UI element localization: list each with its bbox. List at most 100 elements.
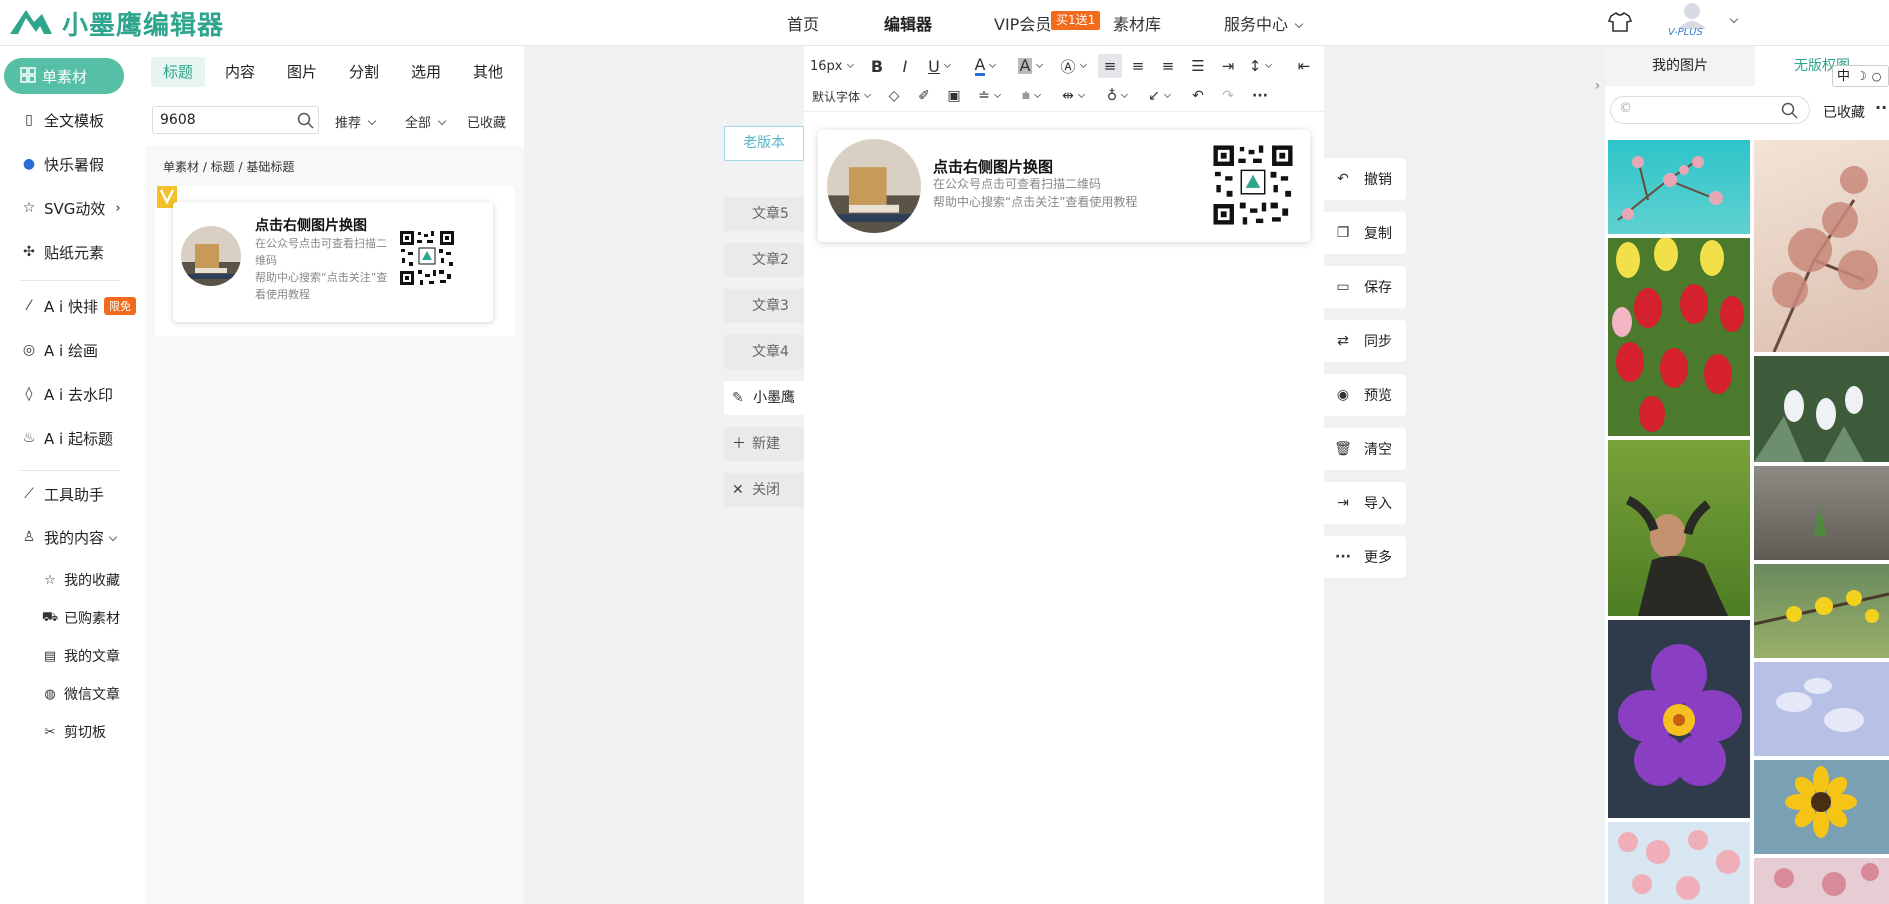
sidebar-item-ai-layout[interactable]: ⁄ A i 快排 限免	[20, 295, 136, 317]
tab-title[interactable]: 标题	[151, 57, 205, 87]
collected-filter[interactable]: 已收藏	[1823, 102, 1865, 122]
paragraph-spacing-icon[interactable]: ⩧	[1014, 86, 1048, 106]
preview-button[interactable]: ◉ 预览	[1324, 374, 1406, 416]
spacing-icon[interactable]: ≐	[972, 86, 1006, 106]
tab-select[interactable]: 选用	[399, 57, 453, 87]
justify-icon[interactable]: ☰	[1188, 56, 1208, 76]
doc-tab-new[interactable]: ＋ 新建	[724, 427, 804, 461]
nav-editor[interactable]: 编辑器	[884, 11, 932, 35]
sidebar-item-summer[interactable]: ● 快乐暑假	[20, 153, 104, 175]
image-thumbnail[interactable]	[1754, 858, 1889, 904]
bold-icon[interactable]: B	[868, 56, 886, 76]
redo-icon[interactable]: ↷	[1218, 86, 1238, 106]
image-search-input[interactable]: ©	[1610, 96, 1810, 124]
undo-icon[interactable]: ↶	[1188, 86, 1208, 106]
material-search-input[interactable]: 9608	[152, 106, 319, 134]
tab-content[interactable]: 内容	[213, 57, 267, 87]
editor-card[interactable]: 点击右侧图片换图 在公众号点击可查看扫描二维码 帮助中心搜索“点击关注”查看使用…	[818, 130, 1310, 242]
more-icon[interactable]: ···	[1250, 86, 1270, 106]
image-thumbnail[interactable]	[1754, 662, 1889, 756]
image-thumbnail[interactable]	[1608, 620, 1750, 818]
sidebar-item-sticker[interactable]: ✣ 贴纸元素	[20, 241, 104, 263]
sidebar-item-single-material[interactable]: 单素材	[4, 58, 124, 94]
image-thumbnail[interactable]	[1754, 140, 1889, 352]
image-thumbnail[interactable]	[1608, 238, 1750, 436]
nav-library[interactable]: 素材库	[1113, 11, 1161, 35]
image-thumbnail[interactable]	[1608, 140, 1750, 234]
sidebar-item-svg[interactable]: ☆ SVG动效 ›	[20, 197, 121, 219]
exit-icon[interactable]: ⇤	[1294, 56, 1314, 76]
nav-service-center[interactable]: 服务中心	[1224, 11, 1304, 35]
image-thumbnail[interactable]	[1754, 356, 1889, 462]
avatar[interactable]: V-PLUS	[1668, 1, 1718, 43]
sidebar-sub-purchased[interactable]: ⛟ 已购素材	[42, 607, 120, 629]
doc-tab-article5[interactable]: 文章5	[724, 197, 804, 231]
align-right-icon[interactable]: ≡	[1158, 56, 1178, 76]
sidebar-item-my-content[interactable]: ♙ 我的内容	[20, 526, 118, 548]
search-icon[interactable]	[1781, 102, 1798, 119]
import-button[interactable]: ⇥ 导入	[1324, 482, 1406, 524]
sidebar-item-ai-title[interactable]: ♨ A i 起标题	[20, 427, 113, 449]
image-icon[interactable]: ▣	[944, 86, 964, 106]
tab-my-images[interactable]: 我的图片	[1605, 46, 1755, 86]
tab-divider[interactable]: 分割	[337, 57, 391, 87]
sidebar-item-ai-watermark[interactable]: ◊ A i 去水印	[20, 383, 113, 405]
text-effect-icon[interactable]: Ⓐ	[1058, 56, 1088, 76]
more-icon[interactable]: ··	[1875, 98, 1887, 117]
sort-dropdown[interactable]: 推荐	[335, 112, 377, 131]
doc-tab-close[interactable]: ✕ 关闭	[724, 473, 804, 507]
image-thumbnail[interactable]	[1754, 760, 1889, 854]
image-thumbnail[interactable]	[1754, 466, 1889, 560]
align-left-icon[interactable]: ≡	[1098, 54, 1122, 78]
ime-toolbar[interactable]: 中 ☽ ○	[1832, 65, 1889, 87]
tab-image[interactable]: 图片	[275, 57, 329, 87]
italic-icon[interactable]: I	[896, 56, 914, 76]
arrow-icon[interactable]: ↙	[1142, 86, 1176, 106]
font-color-icon[interactable]: A	[970, 56, 1000, 76]
underline-icon[interactable]: U	[924, 56, 954, 76]
sidebar-item-tools[interactable]: ⟋ 工具助手	[20, 483, 104, 505]
doc-tab-article2[interactable]: 文章2	[724, 243, 804, 277]
bg-color-icon[interactable]: A	[1014, 56, 1046, 76]
scope-dropdown[interactable]: 全部	[405, 112, 447, 131]
doc-tab-article4[interactable]: 文章4	[724, 335, 804, 369]
eraser-icon[interactable]: ◇	[884, 86, 904, 106]
font-size-select[interactable]: 16px	[810, 56, 854, 76]
sidebar-sub-articles[interactable]: ▤ 我的文章	[42, 645, 120, 667]
sidebar-item-ai-draw[interactable]: ◎ A i 绘画	[20, 339, 98, 361]
image-thumbnail[interactable]	[1608, 822, 1750, 904]
sidebar-item-full-template[interactable]: ▯ 全文模板	[20, 109, 104, 131]
sync-button[interactable]: ⇄ 同步	[1324, 320, 1406, 362]
chevron-down-icon[interactable]	[1729, 14, 1739, 24]
sidebar-sub-wechat[interactable]: ◍ 微信文章	[42, 683, 120, 705]
clear-button[interactable]: 🗑 清空	[1324, 428, 1406, 470]
align-center-icon[interactable]: ≡	[1128, 56, 1148, 76]
indent-icon[interactable]: ⇥	[1218, 56, 1238, 76]
material-card[interactable]: 点击右侧图片换图 在公众号点击可查看扫描二维码 帮助中心搜索“点击关注”查看使用…	[173, 202, 493, 322]
nav-home[interactable]: 首页	[787, 11, 819, 35]
tshirt-icon[interactable]	[1608, 11, 1632, 33]
save-button[interactable]: ▭ 保存	[1324, 266, 1406, 308]
editor-canvas[interactable]: 16px B I U A A Ⓐ ≡ ≡ ≡ ☰ ⇥ ↕ ⇤ 默认字体 ◇ ✐ …	[804, 46, 1324, 904]
sidebar-sub-favorites[interactable]: ☆ 我的收藏	[42, 569, 120, 591]
format-brush-icon[interactable]: ✐	[914, 86, 934, 106]
more-button[interactable]: ··· 更多	[1324, 536, 1406, 578]
undo-button[interactable]: ↶ 撤销	[1324, 158, 1406, 200]
font-family-select[interactable]: 默认字体	[812, 86, 872, 106]
search-icon[interactable]	[297, 112, 314, 129]
doc-tab-xiaomoying[interactable]: ✎ 小墨鹰	[724, 381, 804, 415]
image-thumbnail[interactable]	[1754, 564, 1889, 658]
nav-vip[interactable]: VIP会员	[994, 11, 1051, 35]
bulb-icon[interactable]: ♁	[1100, 86, 1134, 106]
collapse-chevron-icon[interactable]: ›	[1590, 78, 1605, 102]
copy-button[interactable]: ❐ 复制	[1324, 212, 1406, 254]
letter-spacing-icon[interactable]: ⇹	[1056, 86, 1090, 106]
old-version-button[interactable]: 老版本	[724, 126, 804, 161]
line-height-icon[interactable]: ↕	[1244, 56, 1276, 76]
sidebar-sub-clipboard[interactable]: ✂ 剪切板	[42, 721, 106, 743]
logo-text[interactable]: 小墨鹰编辑器	[62, 5, 224, 42]
image-thumbnail[interactable]	[1608, 440, 1750, 616]
tab-other[interactable]: 其他	[461, 57, 515, 87]
doc-tab-article3[interactable]: 文章3	[724, 289, 804, 323]
collected-filter[interactable]: 已收藏	[467, 112, 506, 131]
